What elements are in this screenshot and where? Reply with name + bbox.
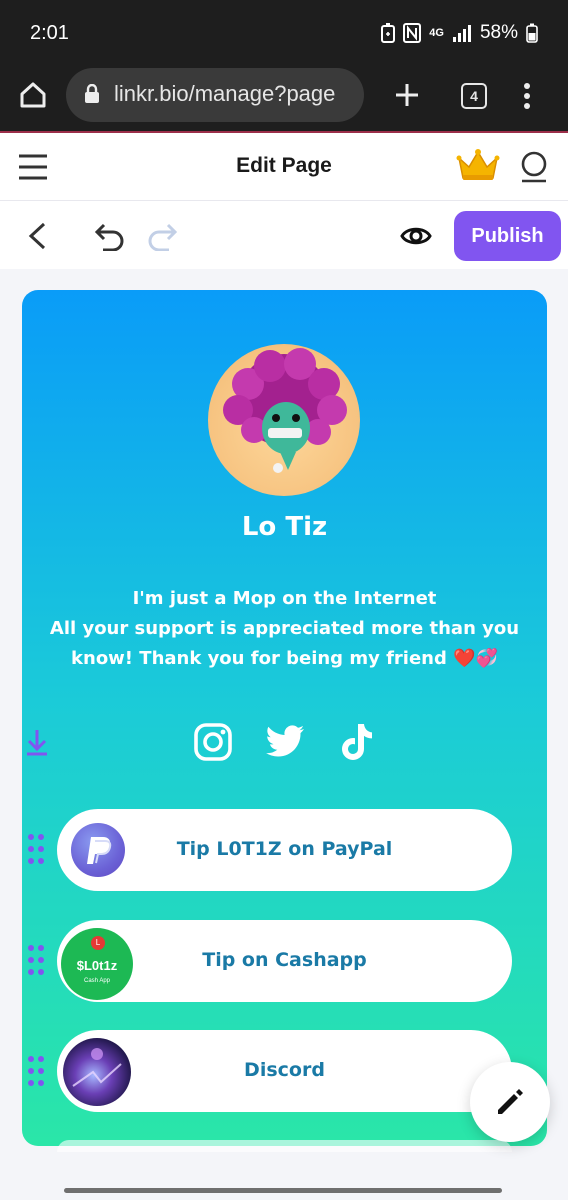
social-icons xyxy=(22,722,547,762)
status-icons: 4G 58% xyxy=(381,22,538,44)
instagram-icon[interactable] xyxy=(193,722,233,762)
battery-icon xyxy=(526,23,538,43)
more-options-icon[interactable] xyxy=(522,81,532,111)
tiktok-icon[interactable] xyxy=(337,722,377,762)
edit-fab-button[interactable] xyxy=(470,1062,550,1142)
link-button-discord[interactable]: Discord xyxy=(57,1030,512,1112)
new-tab-icon[interactable] xyxy=(392,80,422,110)
system-nav-bar xyxy=(0,1172,568,1200)
drag-handle-icon[interactable] xyxy=(27,833,45,865)
signal-icon xyxy=(452,25,471,42)
browser-toolbar: linkr.bio/manage?page 4 xyxy=(0,66,568,132)
nfc-icon xyxy=(403,23,422,43)
pencil-icon xyxy=(498,1089,523,1114)
battery-saver-icon xyxy=(381,23,396,43)
cashapp-caption: Cash App xyxy=(83,978,111,984)
bio-line: I'm just a Mop on the Internet xyxy=(132,588,437,609)
undo-icon[interactable] xyxy=(94,221,126,251)
lock-icon xyxy=(85,84,99,103)
network-type: 4G xyxy=(429,27,444,39)
download-icon[interactable] xyxy=(26,728,48,756)
link-button-paypal[interactable]: Tip L0T1Z on PayPal xyxy=(57,809,512,891)
next-link-button-partial xyxy=(57,1140,512,1152)
app-header: Edit Page xyxy=(0,133,568,201)
link-button-cashapp[interactable]: L $L0t1z Cash App Tip on Cashapp xyxy=(57,920,512,1002)
preview-eye-icon[interactable] xyxy=(400,223,432,249)
bio-line: All your support is appreciated more tha… xyxy=(49,618,520,639)
avatar[interactable] xyxy=(208,344,360,496)
url-bar[interactable]: linkr.bio/manage?page xyxy=(66,68,364,122)
link-label: Discord xyxy=(244,1059,325,1081)
redo-icon[interactable] xyxy=(146,221,178,251)
status-time: 2:01 xyxy=(30,22,69,44)
avatar-illustration xyxy=(223,348,347,473)
publish-button[interactable]: Publish xyxy=(454,211,561,261)
url-text[interactable]: linkr.bio/manage?page xyxy=(114,81,364,107)
status-bar: 2:01 4G 58% xyxy=(0,0,568,66)
profile-bio: I'm just a Mop on the Internet All your … xyxy=(42,584,527,674)
home-icon[interactable] xyxy=(18,80,48,110)
account-icon[interactable] xyxy=(520,150,548,184)
back-arrow-icon[interactable] xyxy=(26,221,48,251)
home-gesture-bar[interactable] xyxy=(64,1188,502,1193)
drag-handle-icon[interactable] xyxy=(27,1055,45,1087)
editor-toolbar: Publish xyxy=(0,201,568,269)
profile-name: Lo Tiz xyxy=(241,512,328,542)
link-label: Tip L0T1Z on PayPal xyxy=(176,838,393,860)
page-preview: Lo Tiz I'm just a Mop on the Internet Al… xyxy=(22,290,547,1146)
cashapp-badge: L xyxy=(91,936,105,950)
link-label: Tip on Cashapp xyxy=(202,949,367,971)
battery-percent: 58% xyxy=(479,22,518,43)
tab-switcher-button[interactable]: 4 xyxy=(461,83,487,109)
crown-icon[interactable] xyxy=(456,148,500,182)
drag-handle-icon[interactable] xyxy=(27,944,45,976)
bio-line: know! Thank you for being my friend ❤️💞 xyxy=(71,648,498,669)
twitter-icon[interactable] xyxy=(265,722,305,762)
